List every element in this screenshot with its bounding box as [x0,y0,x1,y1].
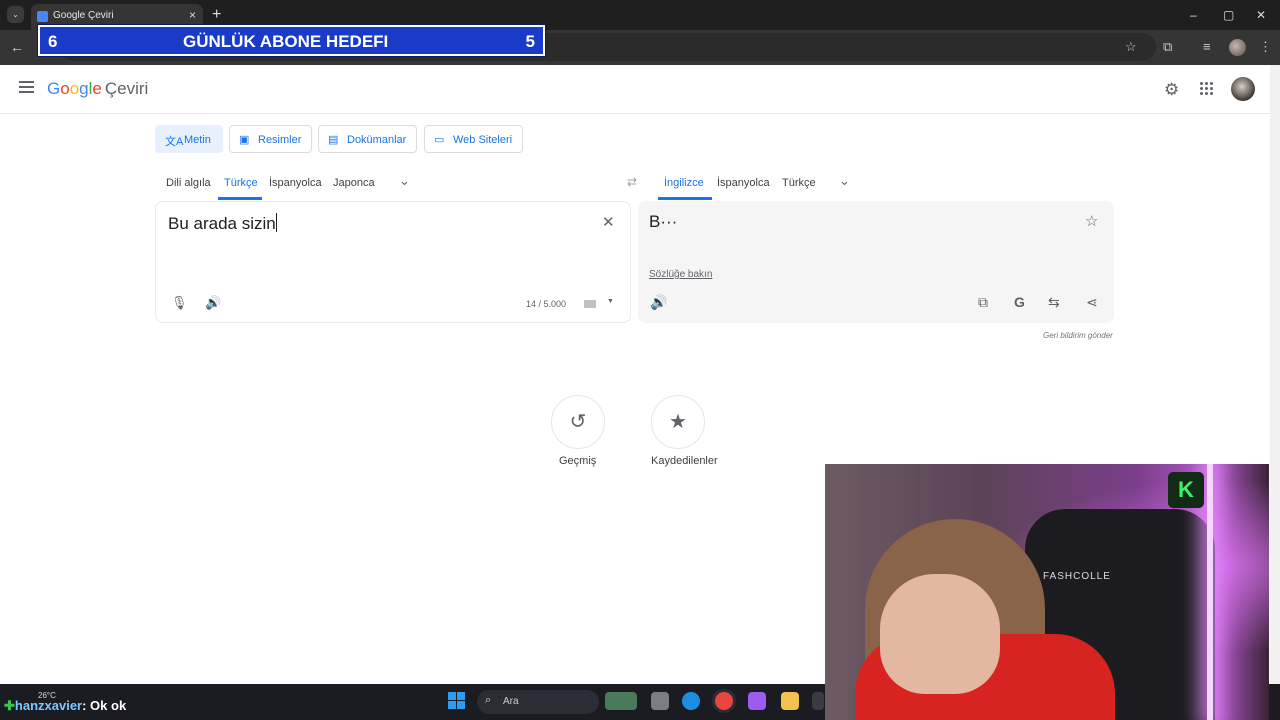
mode-text-button[interactable]: 文A Metin [155,125,223,153]
history-label: Geçmiş [559,455,597,467]
copilot-icon[interactable] [748,692,766,710]
document-icon: ▤ [328,134,339,146]
send-feedback-link[interactable]: Geri bildirim gönder [1043,331,1113,340]
copy-icon[interactable]: ⧉ [978,294,988,311]
close-window-button[interactable]: ✕ [1256,8,1266,22]
subscriber-goal-overlay: 6 GÜNLÜK ABONE HEDEFI 5 [37,24,546,57]
tab-title: Google Çeviri [53,10,114,21]
source-text[interactable]: Bu arada sizin [168,213,277,234]
chair-brand-text: FASHCOLLE [1043,571,1111,582]
google-translate-favicon-icon [37,11,48,22]
history-button[interactable]: ↺ [551,395,605,449]
taskbar-widget-icon[interactable] [605,692,637,710]
save-translation-star-icon[interactable]: ☆ [1085,212,1098,230]
chrome-browser-icon[interactable] [715,692,733,710]
close-tab-icon[interactable]: × [189,8,196,22]
file-explorer-app-icon[interactable] [651,692,669,710]
back-arrow-icon[interactable]: ← [10,39,24,55]
goal-right-number: 5 [525,32,535,51]
source-speaker-icon[interactable]: 🔊 [205,295,221,311]
saved-button[interactable]: ★ [651,395,705,449]
lang-target-turkish[interactable]: Türkçe [782,177,816,189]
browser-profile-avatar[interactable] [1229,39,1246,56]
chat-text: : Ok ok [82,698,127,713]
clear-text-close-icon[interactable]: ✕ [602,213,615,231]
settings-gear-icon[interactable]: ⚙ [1164,80,1179,100]
search-icon: ⌕ [485,694,492,706]
goal-title: GÜNLÜK ABONE HEDEFI [183,32,389,51]
maximize-button[interactable]: ▢ [1223,8,1234,22]
taskbar-search[interactable]: ⌕ Ara [477,690,599,714]
target-lang-chevron-down-icon[interactable]: ⌄ [839,173,850,189]
mode-websites-button[interactable]: ▭ Web Siteleri [424,125,523,153]
webcam-feed: FASHCOLLE K [825,464,1269,720]
translation-text: B··· [649,212,678,231]
taskbar-search-text: Ara [503,696,519,707]
folder-icon[interactable] [781,692,799,710]
character-count: 14 / 5.000 [526,299,567,309]
mode-images-button[interactable]: ▣ Resimler [229,125,312,153]
target-speaker-icon[interactable]: 🔊 [650,294,667,311]
keyboard-icon[interactable] [584,300,596,308]
page-scrollbar[interactable] [1270,65,1280,685]
lang-source-spanish[interactable]: İspanyolca [269,177,322,189]
mode-documents-button[interactable]: ▤ Dokümanlar [318,125,417,153]
streamer-face [880,574,1000,694]
history-icon: ↺ [569,411,587,433]
new-tab-button[interactable]: + [212,6,221,24]
source-lang-underline [218,197,262,200]
goal-left-number: 6 [48,32,58,51]
lang-source-turkish[interactable]: Türkçe [224,177,258,189]
translate-icon: 文A [165,136,184,148]
minimize-button[interactable]: – [1190,8,1197,22]
saved-label: Kaydedilenler [651,455,718,467]
text-caret [275,213,277,232]
google-apps-icon[interactable] [1200,82,1214,96]
feedback-rate-icon[interactable]: ⇆ [1048,294,1060,311]
stream-chat-message: ✚hanzxavier: Ok ok [4,698,126,714]
keyboard-chevron-down-icon[interactable]: ▼ [607,298,614,305]
source-text-area[interactable]: Bu arada sizin ✕ 🎙 🔊 14 / 5.000 ▼ [155,201,631,323]
user-avatar[interactable] [1231,77,1255,101]
plus-icon: ✚ [4,698,15,713]
kick-logo-icon: K [1168,472,1204,508]
edge-browser-icon[interactable] [682,692,700,710]
swap-languages-icon[interactable]: ⇄ [627,175,637,189]
dictionary-link[interactable]: Sözlüğe bakın [649,269,712,280]
target-lang-underline [658,197,712,200]
lang-source-japanese[interactable]: Japonca [333,177,375,189]
chat-username: hanzxavier [14,698,83,713]
tab-search-button[interactable]: ⌄ [7,6,24,23]
lang-target-spanish[interactable]: İspanyolca [717,177,770,189]
star-icon: ★ [669,411,687,433]
bookmark-star-icon[interactable]: ☆ [1125,39,1137,55]
lang-target-english[interactable]: İngilizce [664,177,704,189]
microphone-icon[interactable]: 🎙 [171,295,188,311]
translate-header: Google Çeviri ⚙ [0,65,1270,114]
led-light [1207,464,1213,720]
google-translate-logo[interactable]: Google Çeviri [47,79,148,99]
translation-output-area: B··· ☆ Sözlüğe bakın 🔊 ⧉ G ⇆ ⋖ [638,201,1114,323]
media-queue-icon[interactable]: ≡ [1203,39,1211,54]
google-g-icon[interactable]: G [1014,294,1025,310]
source-lang-chevron-down-icon[interactable]: ⌄ [399,173,410,189]
image-icon: ▣ [239,134,250,146]
browser-menu-icon[interactable]: ⋮ [1259,39,1272,55]
extensions-icon[interactable]: ⧉ [1163,39,1172,55]
windows-start-icon[interactable] [448,692,465,709]
web-icon: ▭ [434,134,445,146]
lang-detect[interactable]: Dili algıla [166,177,211,189]
taskbar-app-icon[interactable] [812,692,824,710]
share-icon[interactable]: ⋖ [1086,294,1098,311]
product-name: Çeviri [104,79,149,98]
hamburger-menu-icon[interactable] [19,81,34,93]
